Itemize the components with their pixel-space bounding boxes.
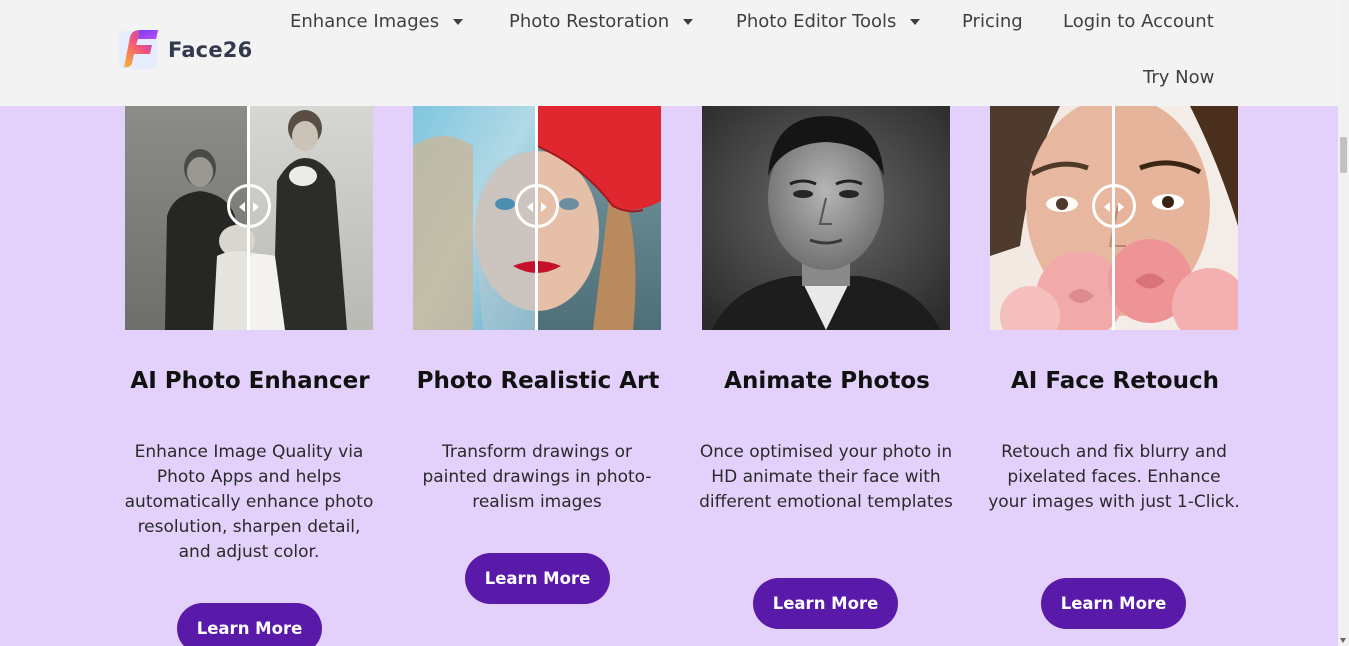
card-title: Photo Realistic Art <box>416 368 660 394</box>
before-after-image[interactable] <box>413 106 661 330</box>
learn-more-button[interactable]: Learn More <box>177 603 322 646</box>
before-after-image[interactable] <box>990 106 1238 330</box>
nav-photo-restoration[interactable]: Photo Restoration <box>509 11 694 32</box>
card-description: Transform drawings or painted drawings i… <box>422 442 652 512</box>
nav-label: Enhance Images <box>290 11 440 32</box>
nav-label: Photo Editor Tools <box>736 11 897 32</box>
learn-more-button[interactable]: Learn More <box>465 553 610 604</box>
card-title: Animate Photos <box>724 368 930 394</box>
nav-label: Try Now <box>1143 67 1215 88</box>
nav-photo-editor-tools[interactable]: Photo Editor Tools <box>736 11 921 32</box>
face26-logo-icon <box>116 27 160 72</box>
nav-try-now[interactable]: Try Now <box>1143 67 1214 88</box>
feature-card-face-retouch: AI Face Retouch Retouch and fix blurry a… <box>988 106 1240 629</box>
compare-slider-handle-icon[interactable] <box>515 184 559 228</box>
nav-enhance-images[interactable]: Enhance Images <box>290 11 464 32</box>
nav-login[interactable]: Login to Account <box>1063 11 1214 32</box>
card-description: Retouch and fix blurry and pixelated fac… <box>988 442 1240 512</box>
learn-more-button[interactable]: Learn More <box>753 578 898 629</box>
learn-more-button[interactable]: Learn More <box>1041 578 1186 629</box>
logo-text: Face26 <box>168 37 253 62</box>
portrait-image[interactable] <box>702 106 950 330</box>
nav-pricing[interactable]: Pricing <box>962 11 1023 32</box>
before-after-image[interactable] <box>125 106 373 330</box>
card-description: Enhance Image Quality via Photo Apps and… <box>124 442 374 562</box>
compare-slider-handle-icon[interactable] <box>227 184 271 228</box>
nav-label: Login to Account <box>1063 11 1214 32</box>
feature-card-photo-enhancer: AI Photo Enhancer Enhance Image Quality … <box>125 106 375 646</box>
card-title: AI Face Retouch <box>1011 368 1219 394</box>
scrollbar-thumb[interactable] <box>1340 137 1347 173</box>
nav-label: Photo Restoration <box>509 11 670 32</box>
feature-card-photo-realistic-art: Photo Realistic Art Transform drawings o… <box>413 106 663 604</box>
feature-card-animate-photos: Animate Photos Once optimised your photo… <box>699 106 953 629</box>
card-title: AI Photo Enhancer <box>130 368 370 394</box>
site-header: Face26 Enhance Images Photo Restoration … <box>0 0 1338 106</box>
logo[interactable]: Face26 <box>116 27 252 72</box>
page-scrollbar[interactable] <box>1338 0 1349 646</box>
chevron-down-icon <box>683 18 694 25</box>
nav-label: Pricing <box>962 11 1023 32</box>
chevron-down-icon <box>453 18 464 25</box>
card-description: Once optimised your photo in HD animate … <box>699 442 953 512</box>
compare-slider-handle-icon[interactable] <box>1092 184 1136 228</box>
chevron-down-icon <box>910 18 921 25</box>
scroll-down-arrow-icon[interactable] <box>1340 638 1346 643</box>
